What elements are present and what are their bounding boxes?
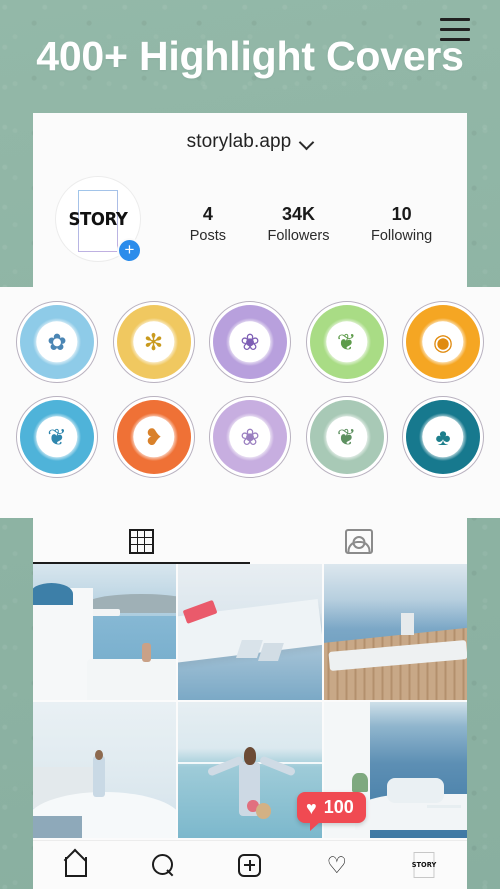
like-count-badge: ♥ 100: [297, 792, 366, 831]
stat-followers-count: 34K: [281, 204, 315, 224]
chevron-down-icon: [300, 136, 313, 149]
lotus-icon: ✿: [47, 328, 67, 355]
highlight-row: ✿ ✻ ❀ ❦ ◉: [10, 301, 490, 383]
heart-icon: ♥: [306, 797, 317, 818]
highlight-cover-orange-slice[interactable]: ◉: [402, 301, 484, 383]
sunflower-icon: ✻: [143, 328, 164, 355]
add-story-button[interactable]: +: [117, 238, 142, 263]
story-highlights-section: ✿ ✻ ❀ ❦ ◉ ❦ ❥ ❀ ❦ ♣: [0, 287, 500, 518]
highlight-cover-green-leaf[interactable]: ❦: [305, 396, 388, 478]
home-icon: [64, 854, 88, 877]
story-avatar-icon: STORY: [411, 852, 436, 878]
nav-create[interactable]: [230, 849, 270, 881]
green-leaf-icon: ❦: [336, 423, 357, 450]
highlight-cover-art: ❦: [309, 305, 384, 379]
page-title: 400+ Highlight Covers: [36, 33, 464, 79]
highlight-cover-art: ❦: [20, 400, 94, 474]
stat-following[interactable]: 10 Following: [371, 204, 432, 244]
seashell-icon: ❦: [47, 423, 67, 450]
highlight-cover-sunflower[interactable]: ✻: [112, 301, 195, 383]
highlight-cover-seashell[interactable]: ❦: [16, 396, 98, 478]
hamburger-menu-icon[interactable]: [440, 18, 470, 41]
like-count: 100: [323, 797, 354, 817]
photo-cell[interactable]: [178, 564, 322, 700]
highlight-cover-art: ✻: [116, 305, 191, 379]
stat-following-label: Following: [370, 228, 433, 244]
photo-cell[interactable]: [33, 702, 177, 838]
grid-icon: [129, 528, 154, 554]
highlight-row: ❦ ❥ ❀ ❦ ♣: [10, 396, 490, 478]
tab-tagged[interactable]: [250, 518, 467, 564]
profile-topbar: storylab.app: [33, 113, 467, 171]
avatar[interactable]: STORY +: [55, 176, 165, 276]
highlight-cover-art: ◉: [406, 305, 480, 379]
iris-icon: ❀: [240, 328, 260, 355]
autumn-leaf-icon: ❥: [143, 423, 164, 450]
username-label: storylab.app: [186, 131, 292, 152]
highlight-cover-ginkgo-leaf[interactable]: ❦: [305, 301, 388, 383]
heart-icon: ♡: [326, 851, 348, 878]
nav-profile[interactable]: STORY: [404, 849, 444, 881]
headline-banner: 400+ Highlight Covers: [0, 0, 500, 113]
username-switcher[interactable]: storylab.app: [187, 131, 314, 153]
highlight-cover-lotus[interactable]: ✿: [16, 301, 98, 383]
highlight-cover-art: ❀: [213, 400, 287, 474]
stat-followers[interactable]: 34K Followers: [267, 204, 329, 244]
stat-posts-count: 4: [202, 204, 213, 224]
menu-line: [440, 28, 470, 31]
photo-cell[interactable]: [33, 564, 177, 700]
tagged-person-icon: [344, 528, 373, 554]
highlight-cover-cactus[interactable]: ♣: [402, 396, 484, 478]
bottom-navigation-bar: ♡ STORY: [33, 840, 467, 889]
highlight-cover-butterfly[interactable]: ❀: [209, 396, 291, 478]
cactus-icon: ♣: [435, 423, 451, 450]
butterfly-icon: ❀: [240, 423, 260, 450]
stat-followers-label: Followers: [267, 228, 330, 244]
nav-search[interactable]: [143, 849, 183, 881]
photo-cell[interactable]: [323, 564, 467, 700]
search-icon: [152, 854, 174, 876]
highlight-cover-art: ♣: [406, 400, 480, 474]
stat-posts-label: Posts: [189, 228, 226, 244]
stats-row: 4 Posts 34K Followers 10 Following: [165, 172, 467, 244]
photo-grid: [33, 564, 467, 838]
menu-line: [440, 18, 470, 21]
highlight-cover-art: ❥: [116, 400, 191, 474]
stat-following-count: 10: [391, 204, 412, 224]
nav-activity[interactable]: ♡: [317, 849, 357, 881]
highlight-cover-art: ✿: [20, 305, 94, 379]
highlight-cover-art: ❀: [213, 305, 287, 379]
menu-line: [440, 38, 470, 41]
tab-grid[interactable]: [33, 518, 250, 564]
avatar-label: STORY: [68, 208, 128, 230]
stat-posts[interactable]: 4 Posts: [190, 204, 226, 244]
plus-square-icon: [238, 853, 262, 877]
plus-icon: +: [124, 240, 135, 259]
highlight-cover-art: ❦: [309, 400, 384, 474]
profile-tabs: [33, 518, 467, 564]
highlight-cover-autumn-leaf[interactable]: ❥: [112, 396, 195, 478]
ginkgo-leaf-icon: ❦: [336, 328, 357, 355]
highlight-cover-iris[interactable]: ❀: [209, 301, 291, 383]
nav-home[interactable]: [56, 849, 96, 881]
orange-slice-icon: ◉: [432, 328, 454, 355]
profile-summary-row: STORY + 4 Posts 34K Followers 10 Followi…: [33, 172, 467, 286]
